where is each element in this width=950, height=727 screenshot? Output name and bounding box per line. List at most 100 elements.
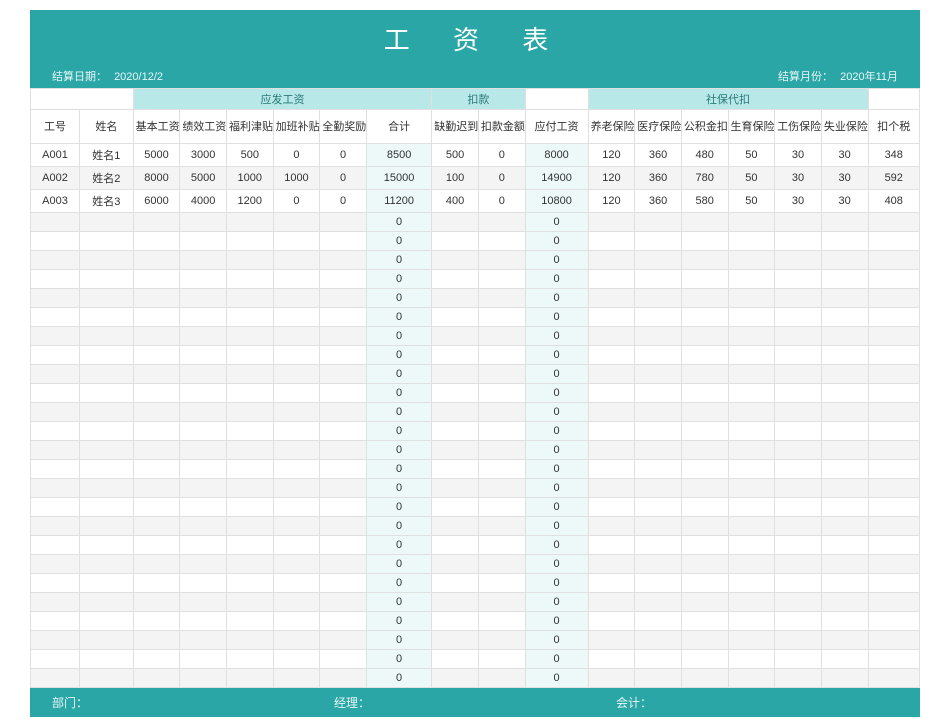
cell-fund (681, 574, 728, 593)
cell-due: 14900 (525, 167, 588, 190)
cell-tax (868, 403, 920, 422)
cell-injury (775, 422, 822, 441)
cell-tax (868, 650, 920, 669)
cell-birth (728, 631, 775, 650)
cell-perf (180, 365, 227, 384)
cell-pension (588, 270, 635, 289)
cell-late (432, 384, 479, 403)
cell-unemp (821, 384, 868, 403)
cell-id (31, 555, 80, 574)
cell-welfare (226, 631, 273, 650)
cell-birth (728, 308, 775, 327)
cell-name (80, 517, 134, 536)
cell-total: 0 (366, 536, 431, 555)
cell-fund (681, 346, 728, 365)
group-header-tax-blank (868, 89, 920, 110)
cell-fund (681, 270, 728, 289)
table-row: 00 (31, 574, 920, 593)
cell-unemp (821, 327, 868, 346)
cell-welfare (226, 574, 273, 593)
cell-perf (180, 555, 227, 574)
table-row: A001姓名1500030005000085005000800012036048… (31, 144, 920, 167)
cell-tax (868, 384, 920, 403)
cell-fine (478, 251, 525, 270)
col-unemp: 失业保险扣除 (821, 110, 868, 144)
cell-welfare (226, 460, 273, 479)
cell-total: 0 (366, 213, 431, 232)
cell-pension (588, 251, 635, 270)
cell-birth (728, 289, 775, 308)
cell-overtime (273, 593, 320, 612)
cell-attend (320, 308, 367, 327)
cell-injury (775, 289, 822, 308)
cell-name (80, 498, 134, 517)
cell-perf (180, 270, 227, 289)
cell-due: 0 (525, 650, 588, 669)
cell-tax (868, 536, 920, 555)
cell-due: 0 (525, 479, 588, 498)
cell-total: 0 (366, 460, 431, 479)
cell-name (80, 384, 134, 403)
group-header-social: 社保代扣 (588, 89, 868, 110)
cell-late (432, 308, 479, 327)
col-birth: 生育保险扣除 (728, 110, 775, 144)
cell-late (432, 251, 479, 270)
cell-pension: 120 (588, 144, 635, 167)
cell-perf (180, 612, 227, 631)
cell-pension (588, 669, 635, 688)
cell-welfare (226, 669, 273, 688)
cell-welfare (226, 517, 273, 536)
cell-birth (728, 403, 775, 422)
cell-base (133, 574, 180, 593)
cell-perf (180, 289, 227, 308)
cell-fund (681, 612, 728, 631)
table-row: 00 (31, 479, 920, 498)
cell-perf (180, 517, 227, 536)
cell-late (432, 365, 479, 384)
cell-medical: 360 (635, 144, 682, 167)
cell-total: 0 (366, 422, 431, 441)
cell-unemp (821, 213, 868, 232)
cell-overtime (273, 498, 320, 517)
cell-fund (681, 403, 728, 422)
cell-fund (681, 536, 728, 555)
cell-name (80, 574, 134, 593)
cell-total: 0 (366, 574, 431, 593)
cell-perf (180, 346, 227, 365)
cell-overtime (273, 555, 320, 574)
cell-birth (728, 612, 775, 631)
cell-birth (728, 650, 775, 669)
cell-base (133, 384, 180, 403)
cell-overtime: 0 (273, 190, 320, 213)
cell-medical (635, 593, 682, 612)
cell-welfare (226, 441, 273, 460)
cell-tax (868, 669, 920, 688)
cell-late (432, 232, 479, 251)
cell-total: 0 (366, 517, 431, 536)
cell-id (31, 346, 80, 365)
cell-medical (635, 232, 682, 251)
cell-overtime: 1000 (273, 167, 320, 190)
cell-fine (478, 232, 525, 251)
cell-id (31, 289, 80, 308)
cell-late (432, 574, 479, 593)
cell-welfare (226, 289, 273, 308)
cell-tax (868, 213, 920, 232)
cell-id (31, 441, 80, 460)
cell-medical (635, 612, 682, 631)
table-body: A001姓名1500030005000085005000800012036048… (31, 144, 920, 688)
cell-fund (681, 498, 728, 517)
cell-welfare (226, 498, 273, 517)
cell-medical (635, 536, 682, 555)
cell-injury (775, 536, 822, 555)
cell-attend (320, 422, 367, 441)
cell-medical (635, 441, 682, 460)
cell-medical (635, 422, 682, 441)
cell-name (80, 365, 134, 384)
cell-name (80, 251, 134, 270)
cell-id (31, 270, 80, 289)
cell-late (432, 555, 479, 574)
cell-attend (320, 631, 367, 650)
cell-base (133, 555, 180, 574)
cell-welfare (226, 251, 273, 270)
